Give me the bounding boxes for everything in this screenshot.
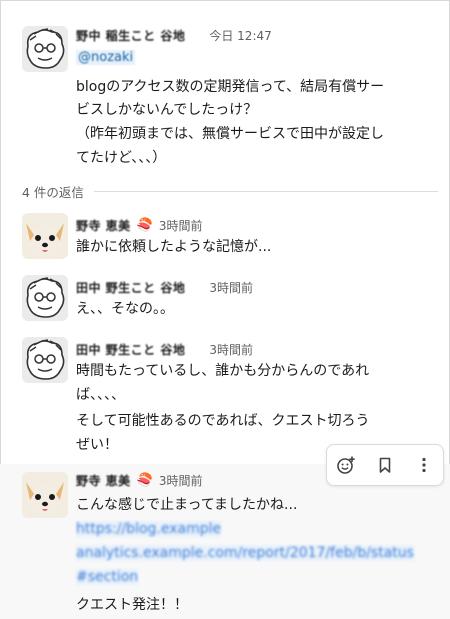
- message-line: 時間もたっているし、誰かも分からんのであれ: [76, 363, 370, 379]
- link-line: https://blog.example: [76, 518, 222, 540]
- message-header: 野中 稲生こと 谷地 今日 12:47: [76, 25, 272, 45]
- message-header: 野寺 恵美 🍣 3時間前: [76, 215, 203, 235]
- more-actions-button[interactable]: [409, 450, 439, 480]
- divider-line: [93, 190, 438, 192]
- sketch-avatar[interactable]: [22, 26, 68, 72]
- message-line: こんな感じで止まってましたかね...: [76, 497, 298, 513]
- message-line: ば、、、、: [76, 387, 125, 403]
- url-link[interactable]: https://blog.example: [76, 521, 222, 537]
- message-header: 野寺 恵美 🍣 3時間前: [76, 470, 203, 490]
- reply-count-label: 4 件の返信: [22, 184, 84, 200]
- sender-name[interactable]: 野寺 恵美: [76, 217, 131, 234]
- message-line: ビスしかないんでしたっけ？: [76, 102, 258, 118]
- message-line: （昨年初頭までは、無償サービスで田中が設定し: [76, 126, 384, 142]
- sushi-status-icon: 🍣: [136, 217, 153, 233]
- sketch-avatar[interactable]: [22, 275, 68, 321]
- sender-name[interactable]: 野中 稲生こと 谷地: [76, 27, 185, 44]
- timestamp[interactable]: 3時間前: [209, 279, 253, 296]
- timestamp[interactable]: 3時間前: [209, 341, 253, 358]
- message-header: 田中 野生こと 谷地 3時間前: [76, 277, 253, 297]
- message-line: クエスト発注！！: [76, 597, 188, 613]
- message-line: blogのアクセス数の定期発信って、結局有償サー: [76, 79, 385, 95]
- add-reaction-icon: [337, 456, 356, 474]
- sender-name[interactable]: 野寺 恵美: [76, 472, 131, 489]
- dog-avatar[interactable]: [22, 472, 68, 518]
- link-line: #section: [76, 566, 139, 588]
- timestamp[interactable]: 3時間前: [159, 217, 203, 234]
- url-link[interactable]: #section: [76, 569, 139, 585]
- sender-name[interactable]: 田中 野生こと 谷地: [76, 279, 185, 296]
- message-line: 誰かに依頼したような記憶が...: [76, 239, 272, 255]
- message-header: 田中 野生こと 谷地 3時間前: [76, 339, 253, 359]
- bookmark-icon: [379, 457, 391, 473]
- replies-divider: 4 件の返信: [22, 180, 438, 202]
- timestamp[interactable]: 今日 12:47: [209, 27, 271, 44]
- message-line: てたけど、、、）: [76, 150, 167, 166]
- dog-avatar[interactable]: [22, 213, 68, 259]
- sketch-avatar[interactable]: [22, 337, 68, 383]
- url-link[interactable]: analytics.example.com/report/2017/feb/b/…: [76, 545, 414, 561]
- message-line: ぜい！: [76, 437, 118, 453]
- link-line: analytics.example.com/report/2017/feb/b/…: [76, 542, 414, 564]
- sushi-status-icon: 🍣: [136, 472, 153, 488]
- message-line: え、、そなの。。: [76, 301, 174, 317]
- message-mention-line: @nozaki: [76, 46, 136, 69]
- message-actions-toolbar: [326, 444, 444, 486]
- save-bookmark-button[interactable]: [370, 450, 400, 480]
- add-reaction-button[interactable]: [331, 450, 361, 480]
- more-vertical-icon: [422, 457, 426, 473]
- timestamp[interactable]: 3時間前: [159, 472, 203, 489]
- user-mention[interactable]: @nozaki: [76, 50, 136, 65]
- sender-name[interactable]: 田中 野生こと 谷地: [76, 341, 185, 358]
- message-line: そして可能性あるのであれば、クエスト切ろう: [76, 413, 370, 429]
